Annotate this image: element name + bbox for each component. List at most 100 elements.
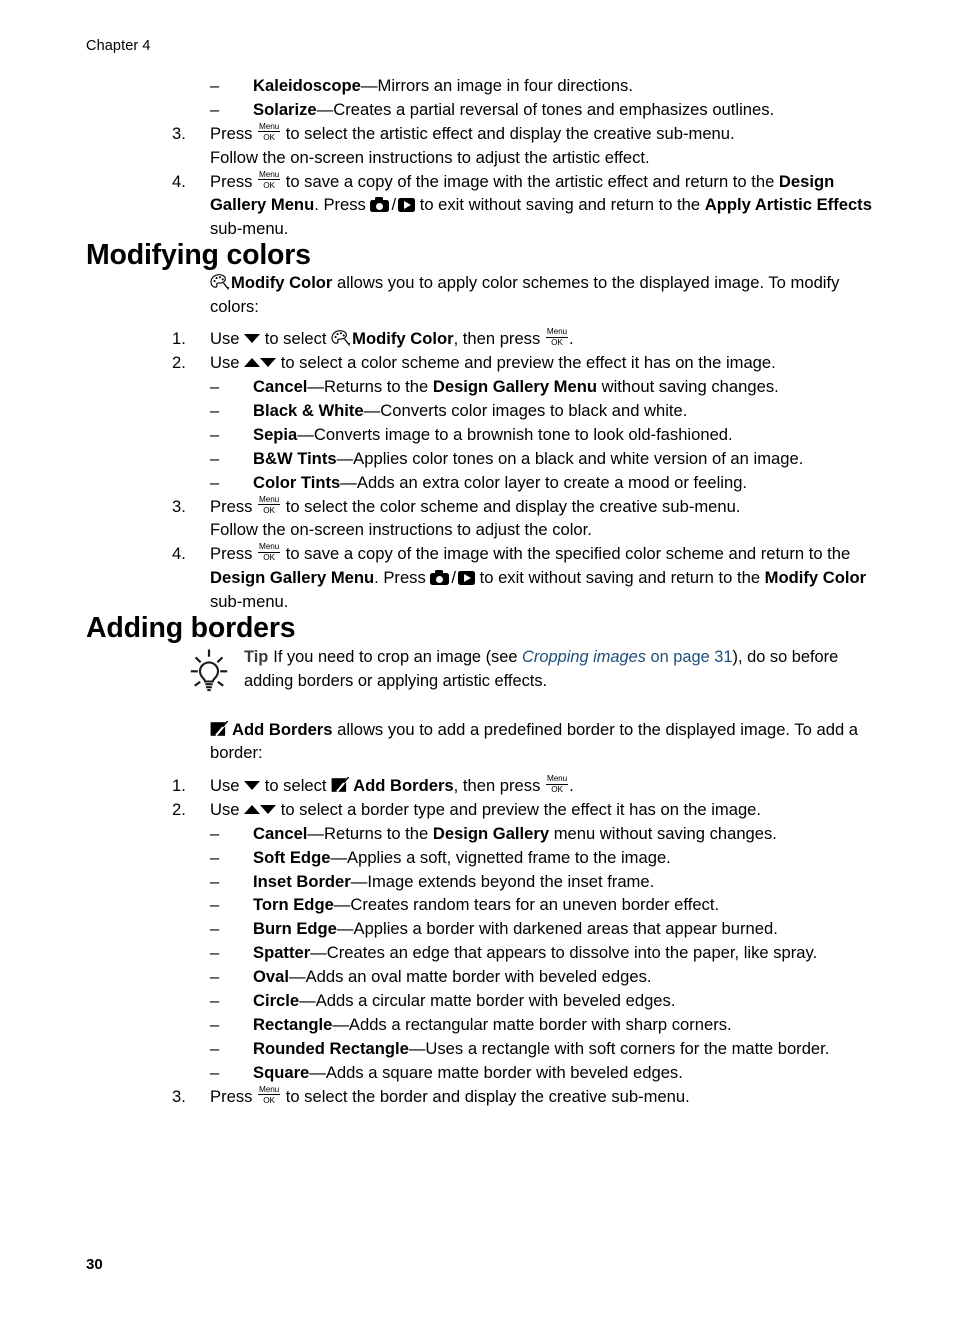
camera-icon — [370, 197, 390, 213]
step-text: Press — [210, 1086, 258, 1106]
step-1-add-borders: 1. Use to select Add Borders, then press… — [172, 774, 886, 798]
list-item: – Solarize—Creates a partial reversal of… — [210, 98, 886, 122]
list-item-desc: without saving changes. — [597, 377, 779, 397]
cross-reference-page[interactable]: on page 31 — [646, 648, 733, 666]
step-4-artistic: 4. Press Menu OK to save a copy of the im… — [172, 170, 886, 242]
step-text: to exit without saving and return to the — [415, 195, 705, 215]
list-item-term: Rounded Rectangle — [253, 1038, 409, 1058]
list-item-desc: —Creates random tears for an uneven bord… — [333, 895, 720, 915]
list-item-term: Rectangle — [253, 1014, 333, 1034]
dash-bullet: – — [210, 76, 220, 95]
menu-name: Add Borders — [353, 776, 454, 796]
cross-reference-link[interactable]: Cropping images — [522, 648, 646, 666]
step-text: Use — [210, 799, 245, 819]
step-text: . Press — [374, 568, 431, 588]
step-text: to exit without saving and return to the — [475, 568, 765, 588]
palette-icon — [210, 274, 229, 291]
artistic-effects-bullet-list: – Kaleidoscope—Mirrors an image in four … — [86, 74, 886, 122]
step-text: , then press — [453, 329, 545, 349]
arrow-down-icon — [260, 358, 277, 368]
menu-name: Modify Color — [352, 329, 454, 349]
dash-bullet: – — [210, 871, 220, 891]
section-heading-modifying-colors: Modifying colors — [86, 239, 311, 272]
list-item-term: Oval — [253, 967, 289, 987]
list-item-desc: —Adds a rectangular matte border with sh… — [332, 1014, 732, 1034]
list-item-term: Cancel — [253, 377, 308, 397]
lightbulb-icon — [182, 646, 236, 698]
step-text: , then press — [453, 776, 545, 796]
arrow-up-down-icons — [244, 800, 277, 819]
add-borders-icon — [331, 776, 350, 793]
step-number: 1. — [172, 776, 186, 796]
step-text: sub-menu. — [210, 592, 289, 612]
list-item: – Circle—Adds a circular matte border wi… — [210, 989, 886, 1013]
step-text: Press — [210, 496, 258, 516]
icon-separator: / — [451, 568, 457, 588]
list-item: – Burn Edge—Applies a border with darken… — [210, 917, 886, 941]
list-item-desc: —Returns to the — [307, 823, 433, 843]
menu-name: Design Gallery Menu — [210, 568, 375, 588]
dash-bullet: – — [210, 472, 220, 492]
list-item-desc: —Converts color images to black and whit… — [363, 400, 688, 420]
step-text: to select the color scheme and display t… — [281, 496, 741, 516]
dash-bullet: – — [210, 99, 220, 119]
step-number: 4. — [172, 544, 186, 564]
step-3-add-borders: 3. Press Menu OK to select the border and… — [172, 1085, 886, 1109]
list-item: – Rounded Rectangle—Uses a rectangle wit… — [210, 1037, 886, 1061]
menu-ok-icon: Menu OK — [258, 542, 281, 563]
dash-bullet: – — [210, 943, 220, 963]
list-item-desc: —Adds an extra color layer to create a m… — [340, 472, 748, 492]
page-content: – Kaleidoscope—Mirrors an image in four … — [86, 74, 886, 1108]
add-borders-icon — [210, 720, 229, 737]
step-text: to select the artistic effect and displa… — [281, 123, 735, 143]
list-item: – Color Tints—Adds an extra color layer … — [210, 471, 886, 495]
dash-bullet: – — [210, 400, 220, 420]
list-item: – Sepia—Converts image to a brownish ton… — [210, 423, 886, 447]
list-item: – Kaleidoscope—Mirrors an image in four … — [210, 74, 886, 98]
list-item: – Black & White—Converts color images to… — [210, 399, 886, 423]
dash-bullet: – — [210, 919, 220, 939]
list-item-desc: —Returns to the — [307, 377, 433, 397]
list-item-desc: —Applies a border with darkened areas th… — [336, 919, 778, 939]
list-item-term: Soft Edge — [253, 847, 331, 867]
list-item-term: Sepia — [253, 424, 298, 444]
document-page: Chapter 4 – Kaleidoscope—Mirrors an imag… — [0, 0, 954, 1321]
dash-bullet: – — [210, 448, 220, 468]
add-borders-intro: Add Borders allows you to add a predefin… — [210, 718, 886, 765]
step-text: Press — [210, 544, 258, 564]
step-number: 4. — [172, 171, 186, 191]
tip-text: Tip If you need to crop an image (see Cro… — [244, 644, 886, 693]
feature-name: Add Borders — [232, 719, 333, 739]
icon-separator: / — [391, 195, 397, 215]
camera-icon — [430, 570, 450, 586]
color-scheme-bullet-list: – Cancel—Returns to the Design Gallery M… — [86, 375, 886, 494]
menu-ok-icon: Menu OK — [545, 774, 569, 795]
list-item-term: Cancel — [253, 823, 308, 843]
list-item-term: Square — [253, 1062, 310, 1082]
list-item: – Cancel—Returns to the Design Gallery M… — [210, 375, 886, 399]
list-item: – Torn Edge—Creates random tears for an … — [210, 893, 886, 917]
arrow-up-down-icons — [244, 353, 277, 372]
arrow-down-icon — [244, 781, 261, 791]
dash-bullet: – — [210, 1038, 220, 1058]
step-text: Use — [210, 329, 245, 349]
dash-bullet: – — [210, 895, 220, 915]
step-number: 3. — [172, 1086, 186, 1106]
list-item-term: Torn Edge — [253, 895, 334, 915]
list-item: – Spatter—Creates an edge that appears t… — [210, 941, 886, 965]
step-text: . Press — [314, 195, 371, 215]
arrow-up-icon — [244, 805, 261, 815]
step-text: to save a copy of the image with the spe… — [281, 544, 851, 564]
step-text: Press — [210, 171, 258, 191]
list-item-desc: menu without saving changes. — [549, 823, 777, 843]
arrow-down-icon — [260, 805, 277, 815]
step-2-add-borders: 2. Use to select a border type and previ… — [172, 798, 886, 822]
list-item-term: Color Tints — [253, 472, 341, 492]
step-1-modify-color: 1. Use to select Modify Color, then pres… — [172, 327, 886, 351]
list-item: – Square—Adds a square matte border with… — [210, 1061, 886, 1085]
dash-bullet: – — [210, 847, 220, 867]
step-text: . — [568, 329, 574, 349]
list-item-desc: —Adds a square matte border with beveled… — [309, 1062, 683, 1082]
list-item-term: Spatter — [253, 943, 311, 963]
dash-bullet: – — [210, 991, 220, 1011]
